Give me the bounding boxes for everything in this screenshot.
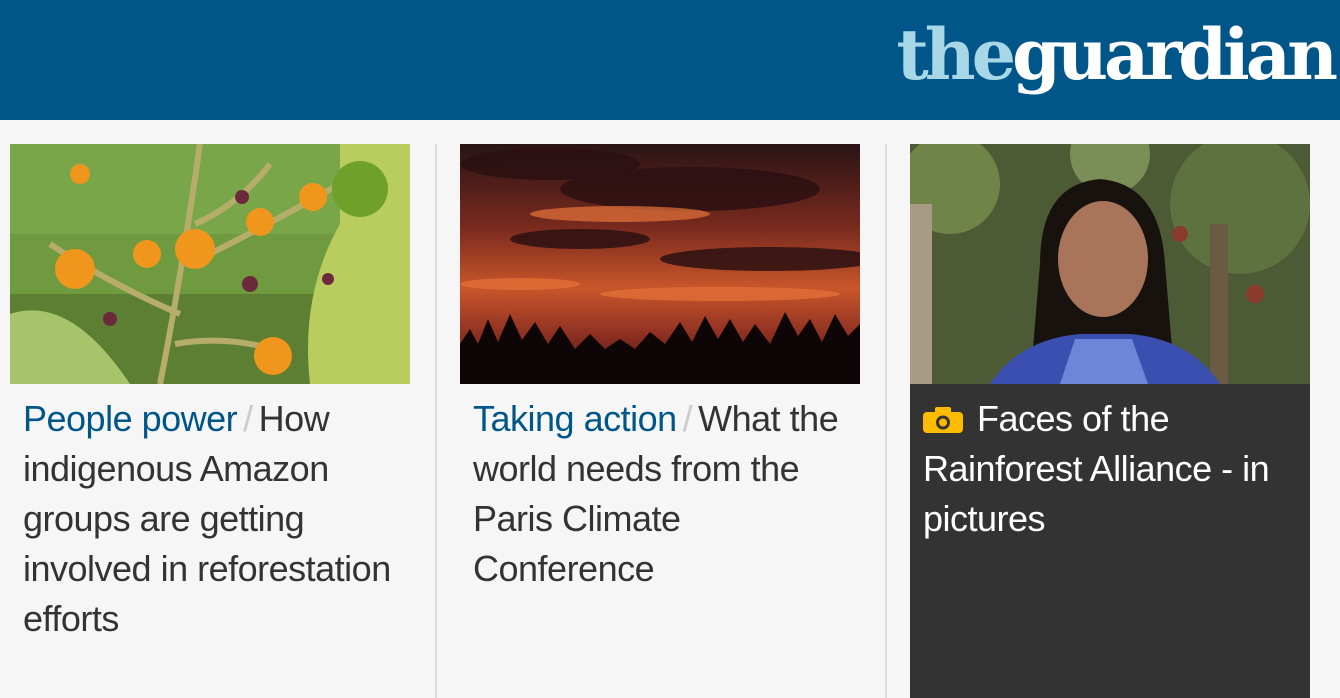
- headline-text[interactable]: Faces of the Rainforest Alliance - in pi…: [923, 398, 1270, 539]
- logo-the: the: [896, 13, 1016, 96]
- article-headline[interactable]: People power / How indigenous Amazon group…: [23, 394, 393, 644]
- gallery-headline[interactable]: Faces of the Rainforest Alliance - in pi…: [923, 394, 1293, 544]
- article-card-people-power[interactable]: People power / How indigenous Amazon group…: [10, 144, 410, 698]
- kicker-label[interactable]: Taking action: [473, 398, 677, 439]
- kicker-separator: /: [243, 398, 253, 439]
- article-headline[interactable]: Taking action / What the world needs from …: [473, 394, 843, 594]
- logo-guardian: guardian: [1012, 13, 1338, 96]
- gallery-card-faces[interactable]: Faces of the Rainforest Alliance - in pi…: [910, 144, 1310, 698]
- kicker-label[interactable]: People power: [23, 398, 238, 439]
- column-divider: [435, 144, 437, 698]
- article-card-taking-action[interactable]: Taking action / What the world needs from …: [460, 144, 860, 698]
- column-divider: [885, 144, 887, 698]
- camera-icon: [923, 407, 963, 433]
- kicker-separator: /: [682, 398, 693, 439]
- site-header: theguardian: [0, 0, 1340, 120]
- berries-image[interactable]: [10, 144, 410, 384]
- sunset-image[interactable]: [460, 144, 860, 384]
- guardian-logo[interactable]: theguardian: [896, 10, 1338, 100]
- portrait-image[interactable]: [910, 144, 1310, 384]
